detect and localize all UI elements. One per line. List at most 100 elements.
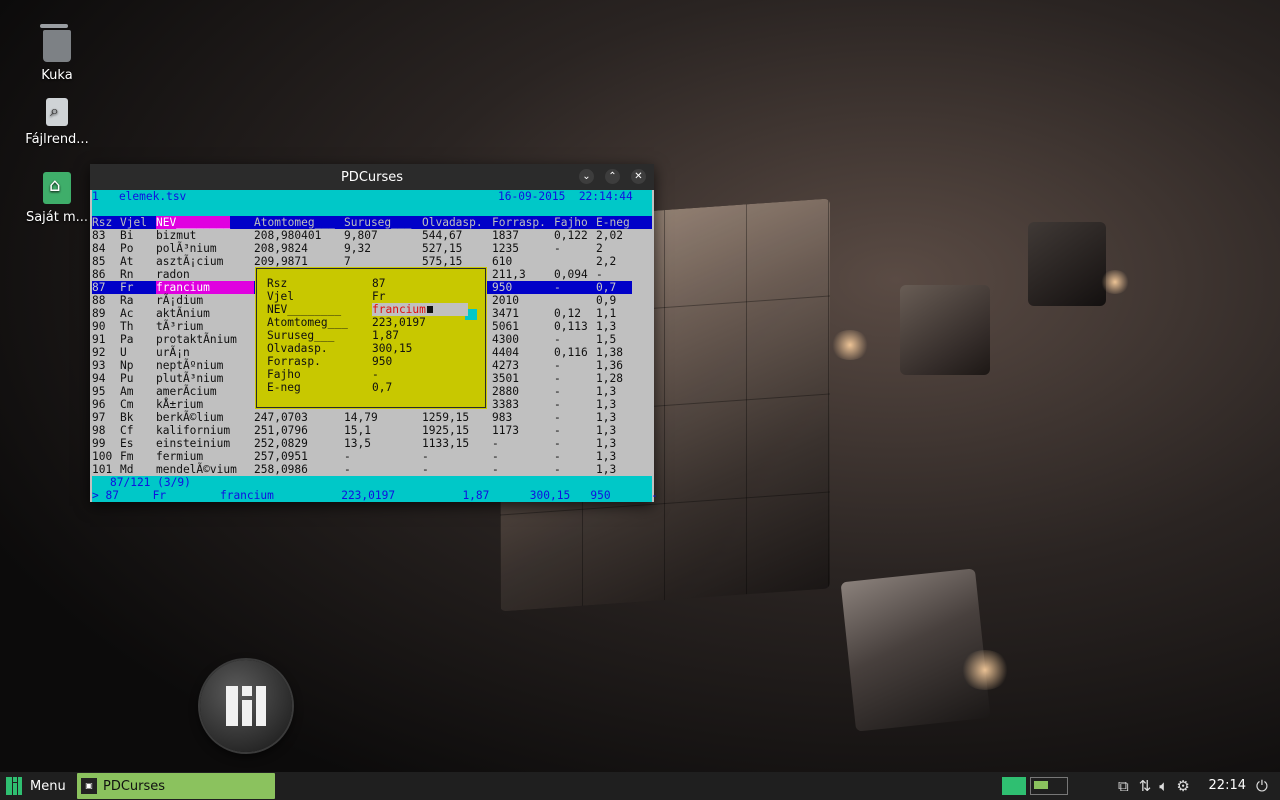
popup-field-value: 223,0197 <box>372 316 426 329</box>
network-icon[interactable]: ⇅ <box>1139 777 1152 795</box>
clipboard-icon[interactable]: ⧉ <box>1118 777 1129 795</box>
window-titlebar[interactable]: PDCurses ⌄ ⌃ ✕ <box>90 164 654 190</box>
wallpaper-glow <box>960 650 1010 690</box>
menu-button[interactable]: Menu <box>0 772 66 800</box>
table-cell: 1,3 <box>596 424 617 437</box>
table-cell: 575,15 <box>422 255 463 268</box>
table-cell: Np <box>120 359 134 372</box>
table-cell: 252,0829 <box>254 437 308 450</box>
desktop-icon-label: Kuka <box>41 68 73 83</box>
table-cell: 1,28 <box>596 372 623 385</box>
table-cell: plutÃ³nium <box>156 372 224 385</box>
table-cell: amerÃ­cium <box>156 385 217 398</box>
table-cell: 93 <box>92 359 106 372</box>
workspace-2[interactable] <box>1030 777 1068 795</box>
text-cursor <box>426 306 433 313</box>
table-cell: 86 <box>92 268 106 281</box>
terminal-area[interactable]: 1 elemek.tsv 16-09-2015 22:14:44 Rsz Vjel… <box>92 190 658 502</box>
pdcurses-window[interactable]: PDCurses ⌄ ⌃ ✕ 1 elemek.tsv 16-09-2015 2… <box>90 164 658 502</box>
manjaro-logo-icon <box>200 660 292 752</box>
desktop-icon-home[interactable]: Saját m... <box>12 172 102 225</box>
table-row[interactable]: 98 Cf kalifornium 251,0796 15,1 1925,15 1173 - 1… <box>92 424 652 437</box>
table-cell: 0,116 <box>554 346 588 359</box>
column-header[interactable]: Fajho <box>554 216 588 229</box>
taskbar: Menu ▣ PDCurses ⧉ ⇅ 🔈︎ ⚙ 22:14 ⏻ <box>0 772 1280 800</box>
filesystem-icon <box>46 98 68 126</box>
table-row[interactable]: 85 At asztÃ¡cium 209,9871 7 575,15 610 2,2 <box>92 255 652 268</box>
table-cell: Rn <box>120 268 134 281</box>
popup-field-label: Forrasp. <box>267 355 321 368</box>
table-cell: radon <box>156 268 190 281</box>
wallpaper-glow <box>1100 270 1130 294</box>
logout-icon[interactable]: ⏻ <box>1256 772 1268 800</box>
popup-field-value: 300,15 <box>372 342 413 355</box>
table-cell: 92 <box>92 346 106 359</box>
table-cell: 99 <box>92 437 106 450</box>
taskbar-item-pdcurses[interactable]: ▣ PDCurses <box>77 773 275 799</box>
trash-icon <box>40 24 71 62</box>
desktop-icon-trash[interactable]: Kuka <box>12 24 102 83</box>
table-cell: - <box>554 463 561 476</box>
clock[interactable]: 22:14 <box>1209 778 1246 793</box>
table-cell: 983 <box>492 411 513 424</box>
menu-label: Menu <box>30 778 66 794</box>
close-button[interactable]: ✕ <box>631 169 646 184</box>
table-cell: 247,0703 <box>254 411 308 424</box>
table-row[interactable]: 99 Es einsteinium 252,0829 13,5 1133,15 - - 1,3 <box>92 437 652 450</box>
table-row[interactable]: 84 Po polÃ³nium 208,9824 9,32 527,15 1235 - 2 <box>92 242 652 255</box>
column-header[interactable]: Olvadasp. <box>422 216 483 229</box>
table-cell: 96 <box>92 398 106 411</box>
table-cell: 98 <box>92 424 106 437</box>
table-cell: berkÃ©lium <box>156 411 224 424</box>
table-row[interactable]: 97 Bk berkÃ©lium 247,0703 14,79 1259,15 983 - 1,… <box>92 411 652 424</box>
maximize-button[interactable]: ⌃ <box>605 169 620 184</box>
table-cell: - <box>554 424 561 437</box>
workspace-1[interactable] <box>1002 777 1026 795</box>
column-header[interactable]: Vjel <box>120 216 147 229</box>
popup-field-value: 87 <box>372 277 386 290</box>
table-cell: 208,9824 <box>254 242 308 255</box>
table-row[interactable]: 100 Fm fermium 257,0951 - - - - 1,3 <box>92 450 652 463</box>
popup-field-value: 1,87 <box>372 329 399 342</box>
table-cell: neptÃºnium <box>156 359 224 372</box>
table-cell: 209,9871 <box>254 255 308 268</box>
table-cell: - <box>554 333 561 346</box>
table-cell: Th <box>120 320 134 333</box>
column-header[interactable]: Atomtomeg___ <box>254 216 335 229</box>
settings-gear-icon[interactable]: ⚙ <box>1176 777 1189 795</box>
table-cell: 544,67 <box>422 229 463 242</box>
table-row[interactable]: 101 Md mendelÃ©vium 258,0986 - - - - 1,3 <box>92 463 652 476</box>
table-cell: 1259,15 <box>422 411 470 424</box>
table-cell: At <box>120 255 134 268</box>
table-cell: 85 <box>92 255 106 268</box>
desktop-icon-filesystem[interactable]: Fájlrend... <box>12 98 102 147</box>
home-folder-icon <box>43 172 71 204</box>
table-row[interactable]: 83 Bi bizmut 208,980401 9,807 544,67 1837 0,122… <box>92 229 652 242</box>
table-cell: mendelÃ©vium <box>156 463 237 476</box>
table-cell: francium <box>156 281 254 294</box>
minimize-button[interactable]: ⌄ <box>579 169 594 184</box>
table-cell: Cm <box>120 398 134 411</box>
column-header[interactable]: Forrasp. <box>492 216 546 229</box>
popup-field-label: E-neg <box>267 381 301 394</box>
column-header[interactable]: Suruseg___ <box>344 216 411 229</box>
file-name: 1 elemek.tsv <box>92 190 187 203</box>
table-cell: rÃ¡dium <box>156 294 204 307</box>
table-cell: 90 <box>92 320 106 333</box>
table-cell: - <box>554 359 561 372</box>
table-cell: Pu <box>120 372 134 385</box>
table-cell: - <box>492 450 499 463</box>
record-detail-popup[interactable]: Rsz 87 Vjel Fr NEV________ francium Atomtomeg_… <box>255 267 487 409</box>
popup-edit-field[interactable]: francium <box>372 303 468 316</box>
table-cell: - <box>554 450 561 463</box>
table-cell: 87 <box>92 281 106 294</box>
volume-icon[interactable]: 🔈︎ <box>1159 777 1168 795</box>
column-header[interactable]: E-neg <box>596 216 630 229</box>
table-cell: 2 <box>596 242 603 255</box>
column-header[interactable]: Rsz <box>92 216 112 229</box>
column-header[interactable]: NEV________ <box>156 216 231 229</box>
popup-field-value: 0,7 <box>372 381 393 394</box>
popup-field-value: 950 <box>372 355 393 368</box>
table-cell: 1,3 <box>596 398 617 411</box>
table-cell: 0,094 <box>554 268 588 281</box>
